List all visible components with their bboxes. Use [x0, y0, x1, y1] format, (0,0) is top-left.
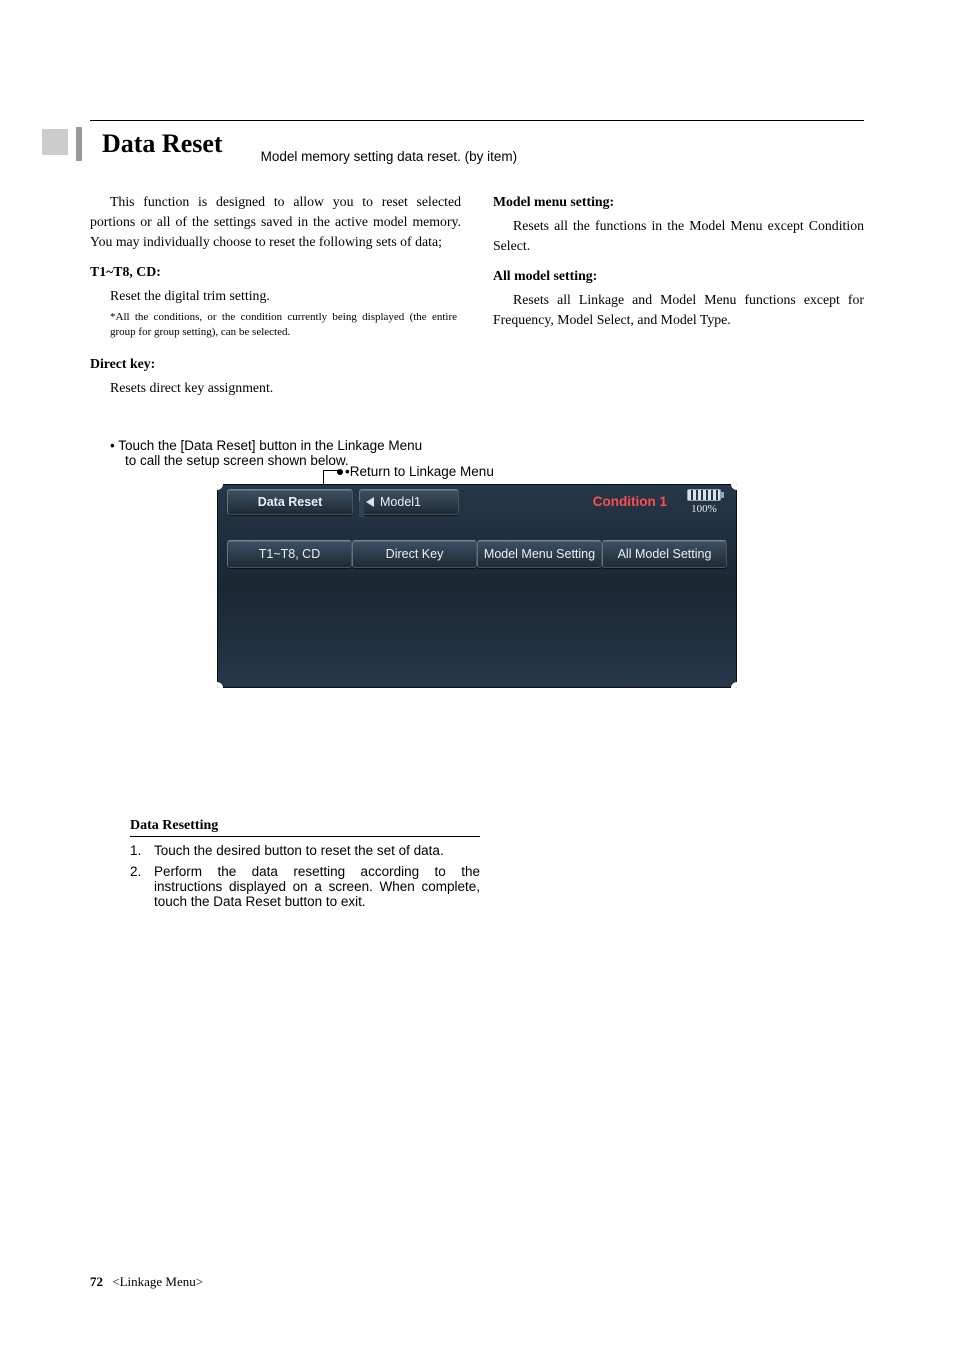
tab-t1t8-cd[interactable]: T1~T8, CD: [227, 540, 352, 568]
page-footer: 72 <Linkage Menu>: [90, 1274, 203, 1290]
condition-label: Condition 1: [593, 494, 667, 509]
corner-notch: [217, 682, 223, 688]
all-model-setting-text: Resets all Linkage and Model Menu functi…: [493, 290, 864, 330]
left-column: This function is designed to allow you t…: [90, 192, 461, 402]
direct-key-text: Resets direct key assignment.: [90, 378, 461, 398]
t1t8-text: Reset the digital trim setting.: [90, 286, 461, 306]
screenshot-area: •Return to Linkage Menu Data Reset Model…: [217, 484, 737, 688]
model-nav-button[interactable]: Model1: [359, 489, 459, 515]
screen-mockup: Data Reset Model1 Condition 1 100% T1~T8…: [217, 484, 737, 688]
instruction-line1: Touch the [Data Reset] button in the Lin…: [118, 438, 422, 453]
heading-direct-key: Direct key:: [90, 354, 461, 374]
tab-model-menu-setting[interactable]: Model Menu Setting: [477, 540, 602, 568]
title-vertical-bar: [76, 127, 82, 161]
callout-dot-icon: [337, 469, 343, 475]
back-arrow-icon: [366, 497, 374, 507]
page-title: Data Reset: [102, 129, 223, 159]
page-number: 72: [90, 1274, 103, 1289]
tab-all-model-setting[interactable]: All Model Setting: [602, 540, 727, 568]
heading-all-model-setting: All model setting:: [493, 266, 864, 286]
heading-model-menu-setting: Model menu setting:: [493, 192, 864, 212]
step-text: Perform the data resetting according to …: [154, 864, 480, 909]
battery-percent: 100%: [691, 503, 717, 515]
corner-notch: [731, 682, 737, 688]
data-resetting-list: 1. Touch the desired button to reset the…: [130, 843, 480, 909]
step-number: 2.: [130, 864, 148, 909]
screen-header: Data Reset Model1 Condition 1 100%: [217, 484, 737, 520]
instruction-bullet: Touch the [Data Reset] button in the Lin…: [110, 438, 864, 453]
page-root: Data Reset Model memory setting data res…: [0, 0, 954, 1350]
step-text: Touch the desired button to reset the se…: [154, 843, 480, 858]
battery-indicator: 100%: [687, 489, 721, 515]
intro-paragraph: This function is designed to allow you t…: [90, 192, 461, 252]
list-item: 1. Touch the desired button to reset the…: [130, 843, 480, 858]
fine-print: *All the conditions, or the condition cu…: [110, 310, 457, 340]
data-resetting-title: Data Resetting: [130, 818, 480, 837]
title-block: Data Reset: [90, 127, 223, 161]
section-label: <Linkage Menu>: [112, 1274, 203, 1289]
tab-direct-key[interactable]: Direct Key: [352, 540, 477, 568]
data-resetting-block: Data Resetting 1. Touch the desired butt…: [130, 818, 480, 909]
list-item: 2. Perform the data resetting according …: [130, 864, 480, 909]
heading-t1t8: T1~T8, CD:: [90, 262, 461, 282]
data-reset-button[interactable]: Data Reset: [227, 489, 353, 515]
battery-icon: [687, 489, 721, 501]
callout-text: •Return to Linkage Menu: [345, 464, 665, 479]
right-column: Model menu setting: Resets all the funct…: [493, 192, 864, 402]
model-name-label: Model1: [380, 495, 421, 509]
step-number: 1.: [130, 843, 148, 858]
page-subtitle: Model memory setting data reset. (by ite…: [261, 139, 518, 164]
body-columns: This function is designed to allow you t…: [90, 192, 864, 402]
screen-tab-row: T1~T8, CD Direct Key Model Menu Setting …: [217, 520, 737, 568]
model-menu-setting-text: Resets all the functions in the Model Me…: [493, 216, 864, 256]
title-row: Data Reset Model memory setting data res…: [90, 120, 864, 164]
side-tab-decor: [42, 129, 68, 155]
